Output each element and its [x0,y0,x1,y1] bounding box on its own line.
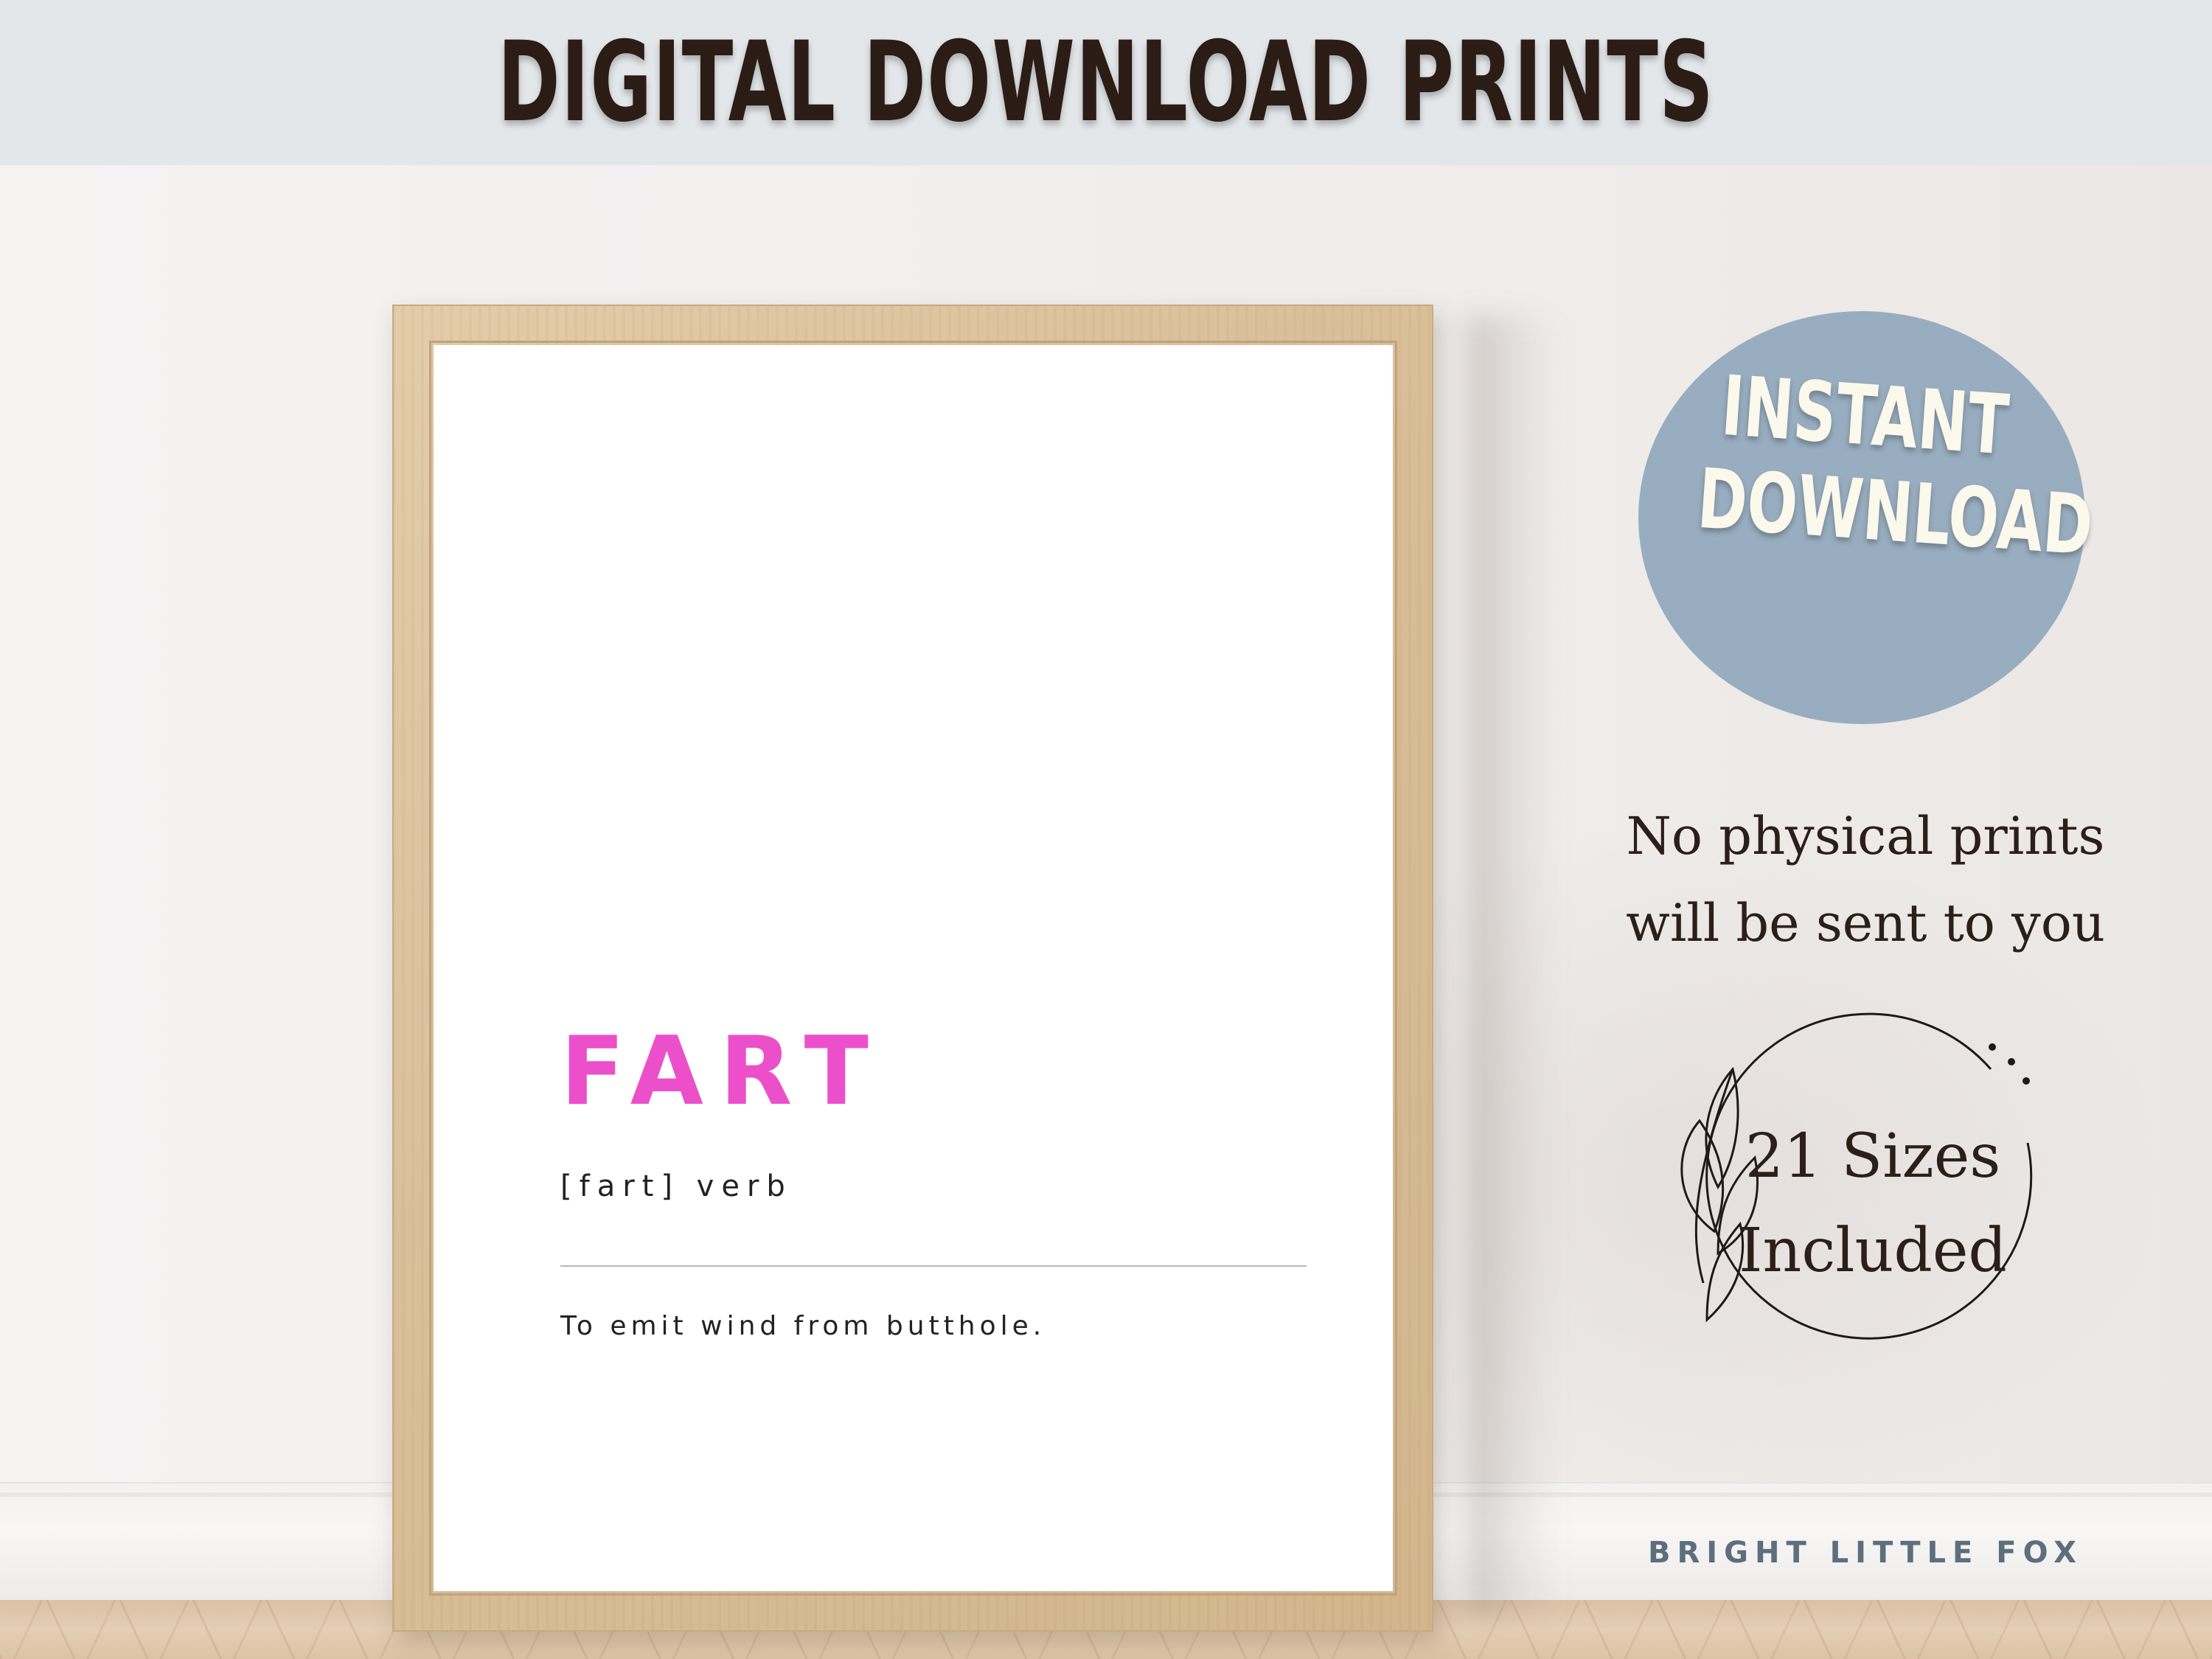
sizes-line-1: 21 Sizes [1745,1121,2001,1192]
badge-label: INSTANT DOWNLOAD [1632,353,2096,574]
sizes-line-2: Included [1739,1216,2007,1286]
product-listing-image: DIGITAL DOWNLOAD PRINTS FART [fart] verb… [0,0,2212,1659]
print-word: FART [560,1017,885,1127]
notice-line-1: No physical prints [1626,806,2105,866]
print-paper [434,345,1393,1591]
print-definition: To emit wind from butthole. [560,1311,1046,1341]
print-pronunciation: [fart] verb [560,1169,793,1203]
frame-shadow [1467,317,1556,1615]
top-banner: DIGITAL DOWNLOAD PRINTS [0,0,2212,165]
print-divider [560,1265,1307,1267]
shipping-notice: No physical prints will be sent to you [1585,793,2146,967]
sizes-label: 21 Sizes Included [1688,1110,2057,1298]
notice-line-2: will be sent to you [1626,893,2105,953]
banner-title: DIGITAL DOWNLOAD PRINTS [497,18,1715,147]
brand-name: BRIGHT LITTLE FOX [1647,1536,2084,1570]
